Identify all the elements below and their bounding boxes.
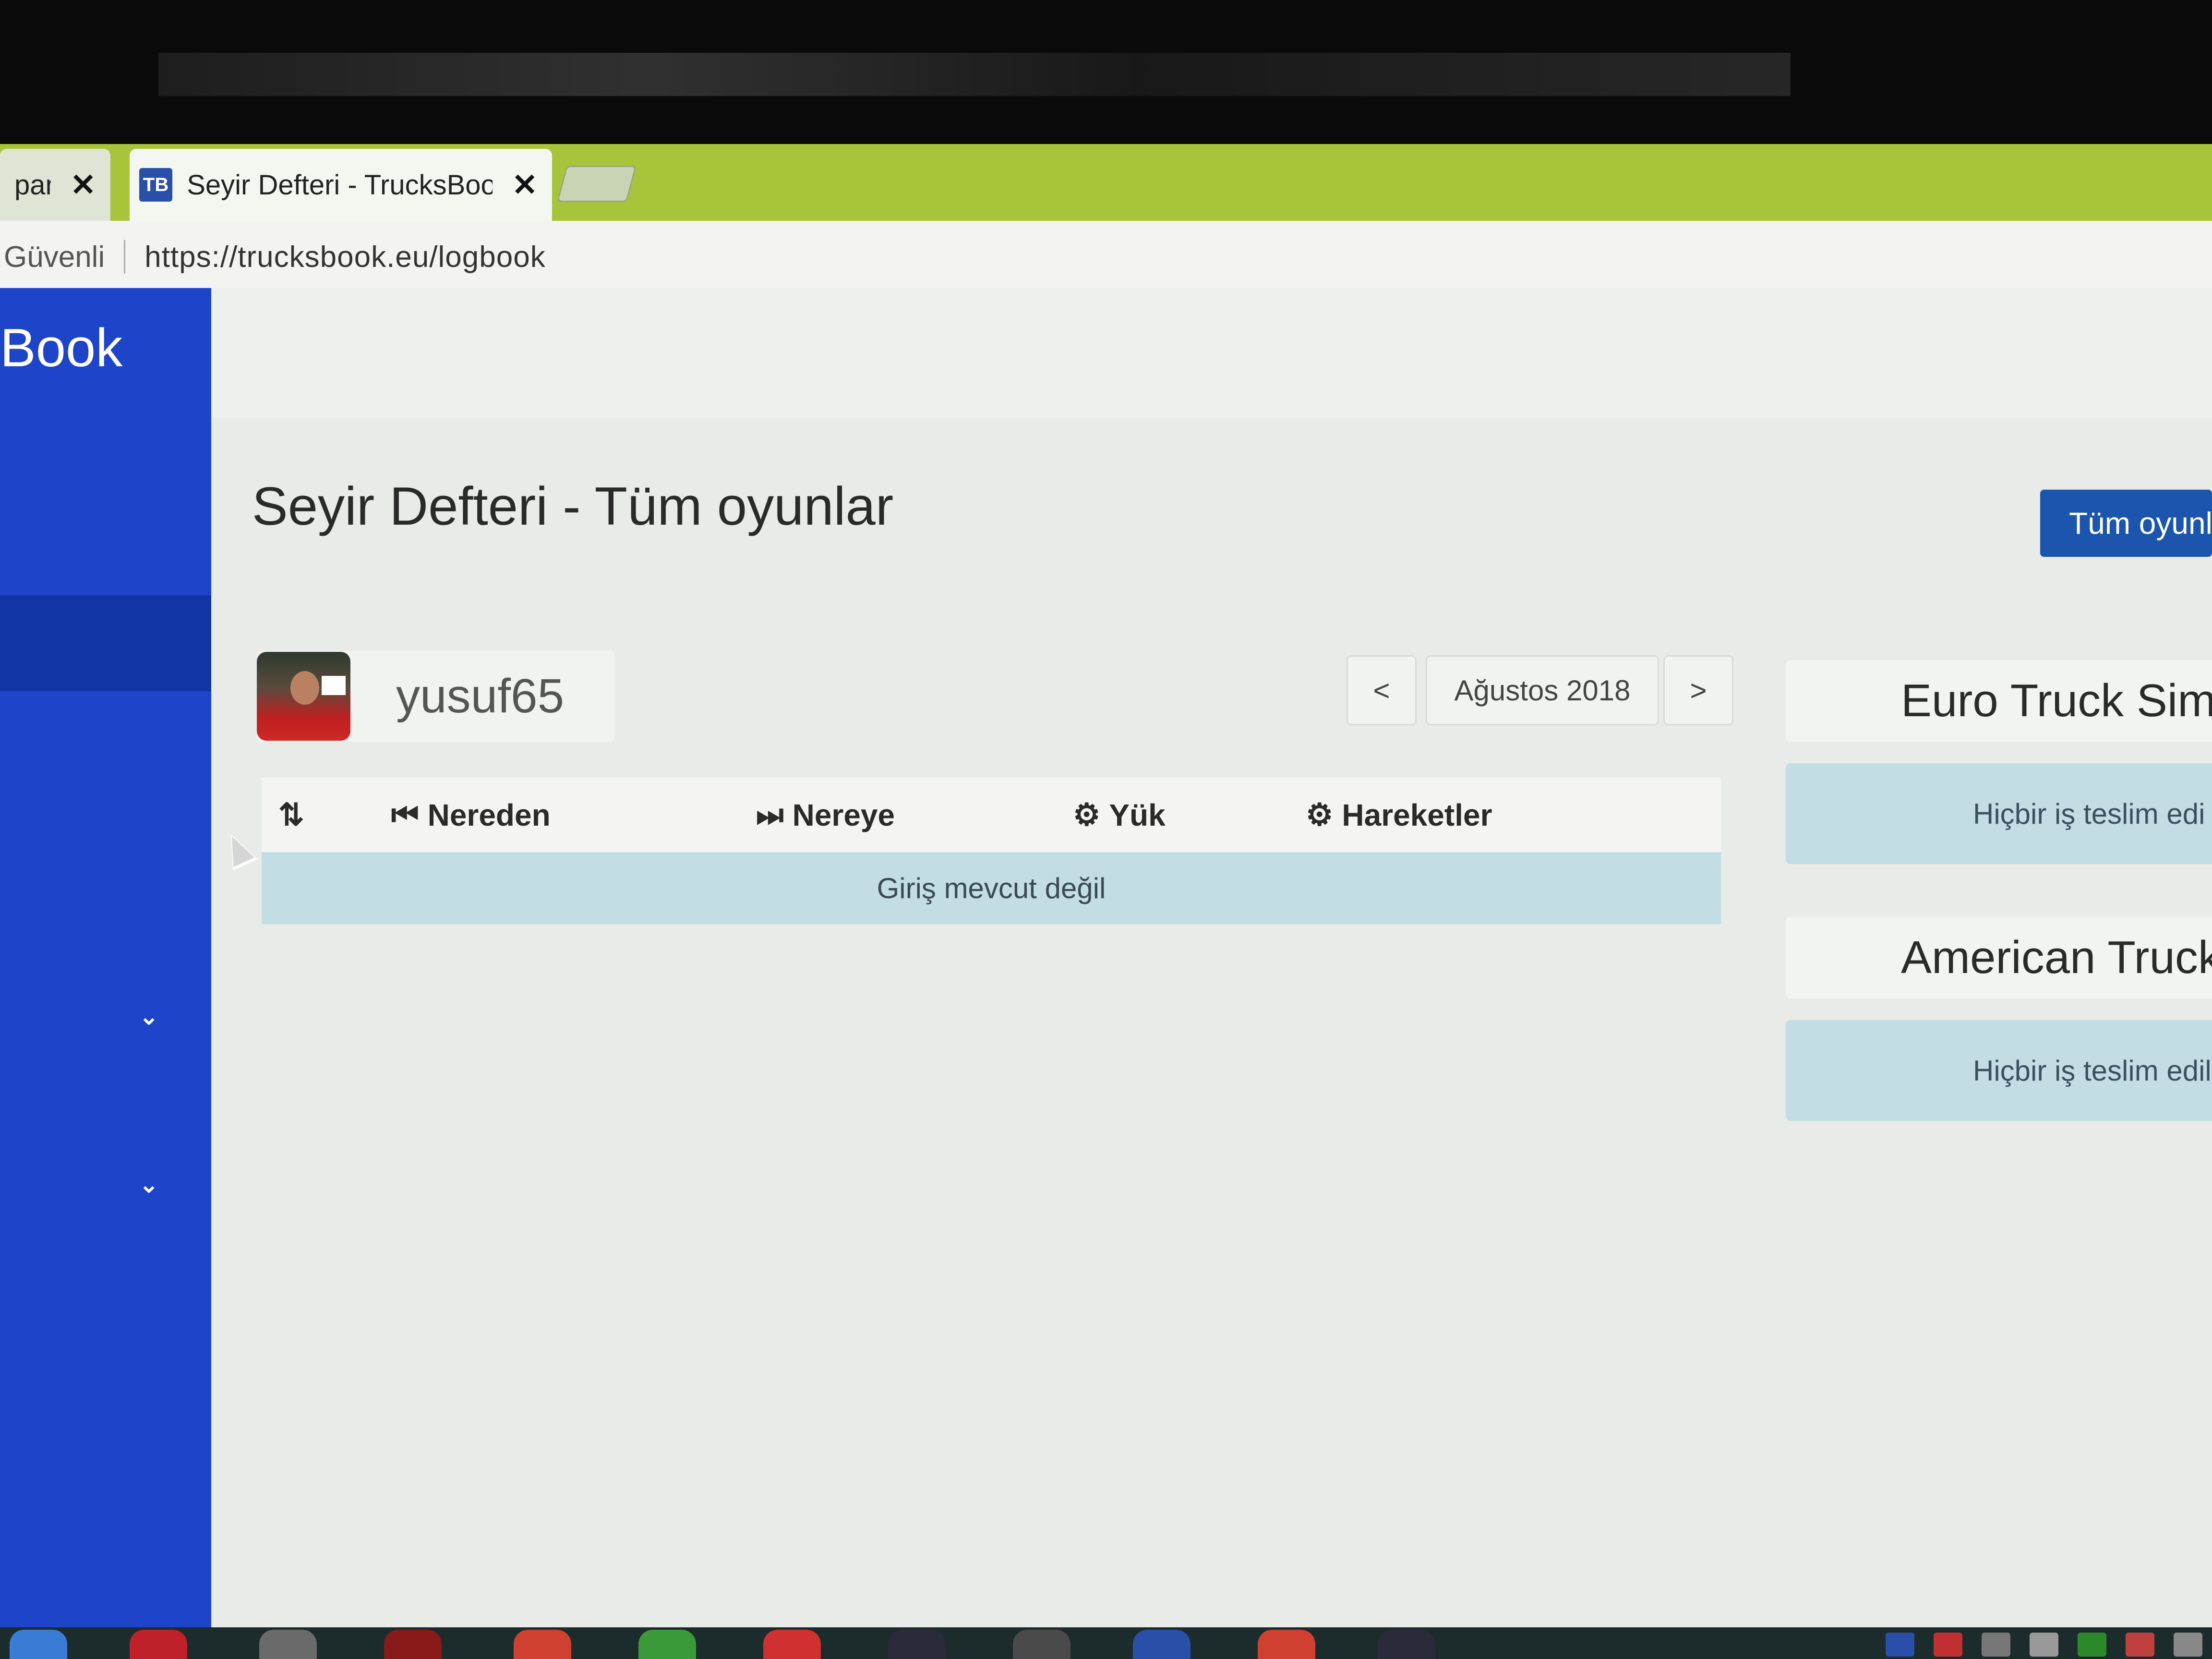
skip-forward-icon: ⏭ — [756, 797, 784, 832]
opera-icon[interactable] — [130, 1630, 187, 1659]
url-text[interactable]: https://trucksbook.eu/logbook — [144, 240, 545, 274]
chrome-icon[interactable] — [514, 1630, 571, 1659]
column-header-actions[interactable]: ⚙ Hareketler — [1306, 797, 1492, 833]
ie-icon[interactable] — [10, 1630, 67, 1659]
tray-icon[interactable] — [2174, 1632, 2202, 1657]
gear-icon: ⚙ — [1306, 797, 1334, 832]
steam-icon[interactable] — [888, 1630, 946, 1659]
column-header-to[interactable]: ⏭ Nereye — [756, 797, 895, 833]
ets-panel: Euro Truck Sim Hiçbir iş teslim edi — [1786, 660, 2212, 864]
logbook-table: ⇅ ⏮ Nereden ⏭ Nereye ⚙ Yük ⚙ Hareketler … — [262, 778, 1721, 924]
steam-icon[interactable] — [1378, 1630, 1435, 1659]
taskbar — [0, 1627, 2212, 1659]
sidebar: Book ⌄ ⌄ — [0, 288, 211, 1627]
monitor-bezel — [0, 0, 2212, 144]
column-header-from[interactable]: ⏮ Nereden — [391, 797, 551, 833]
app-icon[interactable] — [259, 1630, 317, 1659]
page-title: Seyir Defteri - Tüm oyunlar — [252, 476, 894, 536]
panel-title: American Truck S — [1786, 917, 2212, 998]
tab-logbook[interactable]: TB Seyir Defteri - TrucksBoo ✕ — [130, 149, 552, 221]
panel-message: Hiçbir iş teslim edi — [1786, 763, 2212, 864]
user-card: yusuf65 — [257, 650, 614, 742]
cargo-icon: ⚙ — [1073, 797, 1101, 832]
table-header: ⇅ ⏮ Nereden ⏭ Nereye ⚙ Yük ⚙ Hareketler — [262, 778, 1721, 852]
close-icon[interactable]: ✕ — [70, 167, 96, 203]
column-header-cargo[interactable]: ⚙ Yük — [1073, 797, 1166, 833]
skip-back-icon: ⏮ — [391, 797, 419, 832]
avatar-flag — [322, 675, 346, 695]
sort-column-header[interactable]: ⇅ — [278, 797, 313, 833]
top-bar — [211, 288, 2212, 418]
app-icon[interactable] — [763, 1630, 821, 1659]
address-separator — [124, 240, 126, 274]
column-header-label: Yük — [1109, 797, 1166, 832]
month-selector[interactable]: Ağustos 2018 — [1426, 655, 1659, 725]
empty-message: Giriş mevcut değil — [262, 852, 1721, 924]
sort-icon: ⇅ — [278, 797, 304, 832]
column-header-label: Nereye — [792, 797, 895, 832]
tray-icon[interactable] — [2126, 1632, 2154, 1657]
tab-logbook-label: Seyir Defteri - TrucksBoo — [187, 169, 493, 201]
trucksbook-icon[interactable] — [1133, 1630, 1190, 1659]
avatar[interactable] — [257, 651, 350, 741]
column-header-label: Hareketler — [1342, 797, 1492, 832]
prev-month-button[interactable]: < — [1346, 655, 1417, 725]
tray-icon[interactable] — [1982, 1632, 2010, 1657]
tray-icon[interactable] — [2030, 1632, 2058, 1657]
address-bar[interactable]: Güvenli https://trucksbook.eu/logbook — [0, 221, 2212, 295]
all-games-button[interactable]: Tüm oyunl — [2040, 490, 2212, 557]
ats-panel: American Truck S Hiçbir iş teslim edilı — [1786, 917, 2212, 1121]
sidebar-active-item[interactable] — [0, 595, 211, 691]
tab-previous-label: pam — [14, 169, 51, 201]
secure-label[interactable]: Güvenli — [4, 240, 105, 274]
new-tab-button[interactable] — [556, 166, 637, 202]
system-tray — [1886, 1630, 2212, 1659]
username[interactable]: yusuf65 — [396, 669, 564, 724]
chevron-down-icon[interactable]: ⌄ — [139, 1171, 158, 1198]
trucksbook-favicon-icon: TB — [139, 168, 173, 202]
brand-logo[interactable]: Book — [0, 317, 122, 379]
tray-icon[interactable] — [1886, 1632, 1914, 1657]
panel-message: Hiçbir iş teslim edilı — [1786, 1020, 2212, 1121]
store-icon[interactable] — [638, 1630, 696, 1659]
close-icon[interactable]: ✕ — [512, 167, 538, 203]
app-icon[interactable] — [384, 1630, 442, 1659]
avatar-face — [290, 671, 319, 705]
column-header-label: Nereden — [427, 797, 551, 832]
next-month-button[interactable]: > — [1663, 655, 1733, 725]
chrome-icon[interactable] — [1258, 1630, 1315, 1659]
chevron-down-icon[interactable]: ⌄ — [139, 1003, 158, 1030]
truck-game-icon[interactable] — [1013, 1630, 1070, 1659]
panel-title: Euro Truck Sim — [1786, 660, 2212, 742]
tray-icon[interactable] — [2078, 1632, 2106, 1657]
tab-previous[interactable]: pam ✕ — [0, 149, 110, 221]
tray-icon[interactable] — [1934, 1632, 1962, 1657]
